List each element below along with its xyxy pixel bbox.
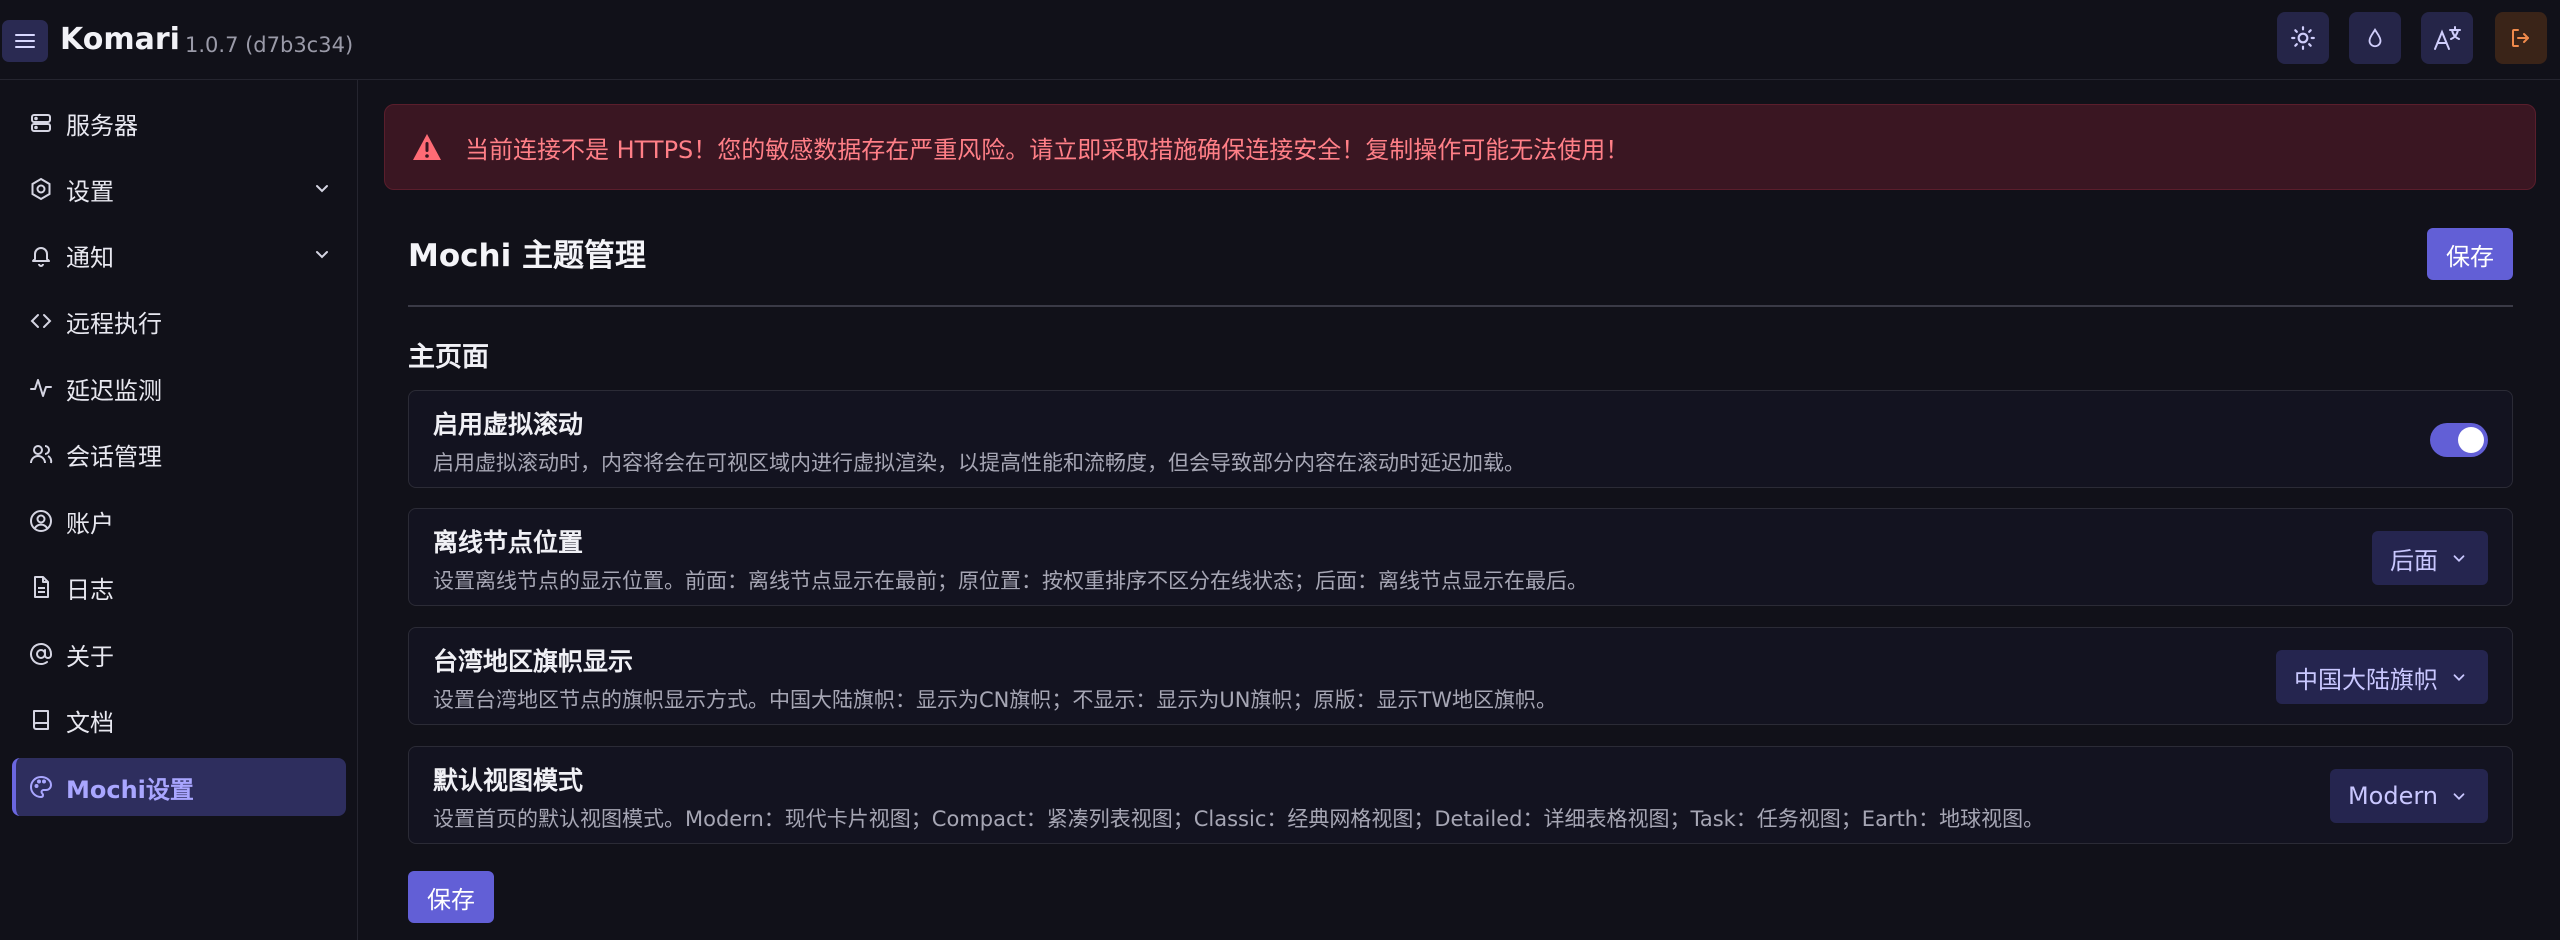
chevron-down-icon	[2453, 674, 2465, 681]
sidebar-item-settings[interactable]: 设置	[12, 160, 346, 218]
sidebar-item-label: 远程执行	[66, 309, 162, 338]
bell-icon	[28, 242, 54, 268]
setting-title: 默认视图模式	[433, 766, 584, 795]
chevron-down-icon	[316, 251, 328, 259]
user-circle-icon	[28, 508, 54, 534]
setting-taiwan-flag: 台湾地区旗帜显示 设置台湾地区节点的旗帜显示方式。中国大陆旗帜：显示为CN旗帜；…	[408, 627, 2513, 725]
logout-button[interactable]	[2495, 12, 2547, 64]
color-button[interactable]	[2349, 12, 2401, 64]
code-icon	[28, 308, 54, 334]
sidebar-item-label: 文档	[66, 708, 114, 737]
setting-description: 启用虚拟滚动时，内容将会在可视区域内进行虚拟渲染，以提高性能和流畅度，但会导致部…	[433, 451, 1525, 475]
at-icon	[28, 641, 54, 667]
logout-icon	[2512, 29, 2529, 47]
setting-title: 启用虚拟滚动	[433, 410, 584, 439]
select-value: Modern	[2347, 782, 2438, 810]
sidebar-item-notifications[interactable]: 通知	[12, 226, 346, 284]
menu-icon	[15, 34, 35, 48]
title-divider	[408, 305, 2513, 307]
setting-offline-position: 离线节点位置 设置离线节点的显示位置。前面：离线节点显示在最前；原位置：按权重排…	[408, 508, 2513, 606]
language-button[interactable]	[2421, 12, 2473, 64]
setting-virtual-scroll: 启用虚拟滚动 启用虚拟滚动时，内容将会在可视区域内进行虚拟渲染，以提高性能和流畅…	[408, 390, 2513, 488]
sun-icon	[2291, 26, 2315, 50]
sidebar-item-label: 账户	[66, 509, 114, 538]
theme-toggle-button[interactable]	[2277, 12, 2329, 64]
chevron-down-icon	[316, 185, 328, 193]
sidebar-item-label: 通知	[66, 243, 114, 272]
toggle-knob	[2458, 427, 2484, 453]
sidebar-item-servers[interactable]: 服务器	[12, 94, 346, 152]
top-header: Komari 1.0.7 (d7b3c34)	[0, 0, 2560, 80]
sidebar-item-label: 关于	[66, 642, 114, 671]
sidebar-item-label: Mochi设置	[66, 775, 194, 804]
users-icon	[28, 441, 54, 467]
select-value: 中国大陆旗帜	[2294, 665, 2438, 694]
setting-title: 台湾地区旗帜显示	[433, 647, 634, 676]
droplet-icon	[2368, 27, 2382, 48]
warning-icon	[413, 134, 441, 160]
sidebar-item-sessions[interactable]: 会话管理	[12, 425, 346, 483]
sidebar-item-docs[interactable]: 文档	[12, 691, 346, 749]
brand-name: Komari	[60, 22, 180, 57]
sidebar-item-account[interactable]: 账户	[12, 492, 346, 550]
save-button-top[interactable]: 保存	[2427, 228, 2513, 280]
version-label: 1.0.7 (d7b3c34)	[185, 33, 354, 57]
settings-icon	[28, 176, 54, 202]
chevron-down-icon	[2453, 555, 2465, 562]
sidebar-item-label: 会话管理	[66, 442, 162, 471]
select-value: 后面	[2390, 546, 2438, 575]
sidebar-item-latency[interactable]: 延迟监测	[12, 359, 346, 417]
palette-icon	[28, 774, 54, 800]
sidebar-item-mochi-settings[interactable]: Mochi设置	[12, 758, 346, 816]
sidebar: 服务器 设置 通知 远程执行 延迟监测 会话管理 账户 日志 关于 文档 Moc…	[0, 80, 358, 940]
file-icon	[28, 574, 54, 600]
virtual-scroll-toggle[interactable]	[2430, 423, 2488, 457]
sidebar-item-logs[interactable]: 日志	[12, 558, 346, 616]
setting-description: 设置台湾地区节点的旗帜显示方式。中国大陆旗帜：显示为CN旗帜；不显示：显示为UN…	[433, 688, 1558, 712]
save-button-bottom[interactable]: 保存	[408, 871, 494, 923]
section-title: 主页面	[408, 342, 489, 373]
setting-description: 设置首页的默认视图模式。Modern：现代卡片视图；Compact：紧凑列表视图…	[433, 807, 2045, 831]
translate-icon	[2434, 26, 2461, 50]
page-title: Mochi 主题管理	[408, 238, 647, 274]
book-icon	[28, 707, 54, 733]
sidebar-item-label: 日志	[66, 575, 114, 604]
offline-position-select[interactable]: 后面	[2372, 531, 2488, 585]
sidebar-item-label: 服务器	[66, 111, 138, 140]
sidebar-item-label: 设置	[66, 177, 114, 206]
alert-text: 当前连接不是 HTTPS！您的敏感数据存在严重风险。请立即采取措施确保连接安全！…	[465, 135, 1630, 164]
setting-title: 离线节点位置	[433, 528, 584, 557]
server-icon	[28, 110, 54, 136]
default-view-select[interactable]: Modern	[2329, 769, 2488, 823]
sidebar-item-label: 延迟监测	[66, 376, 162, 405]
menu-button[interactable]	[2, 20, 48, 62]
sidebar-item-about[interactable]: 关于	[12, 625, 346, 683]
https-warning-alert: 当前连接不是 HTTPS！您的敏感数据存在严重风险。请立即采取措施确保连接安全！…	[384, 104, 2536, 190]
chevron-down-icon	[2453, 793, 2465, 800]
setting-description: 设置离线节点的显示位置。前面：离线节点显示在最前；原位置：按权重排序不区分在线状…	[433, 569, 1588, 593]
setting-default-view: 默认视图模式 设置首页的默认视图模式。Modern：现代卡片视图；Compact…	[408, 746, 2513, 844]
sidebar-item-remote-exec[interactable]: 远程执行	[12, 292, 346, 350]
taiwan-flag-select[interactable]: 中国大陆旗帜	[2276, 650, 2488, 704]
activity-icon	[28, 375, 54, 401]
